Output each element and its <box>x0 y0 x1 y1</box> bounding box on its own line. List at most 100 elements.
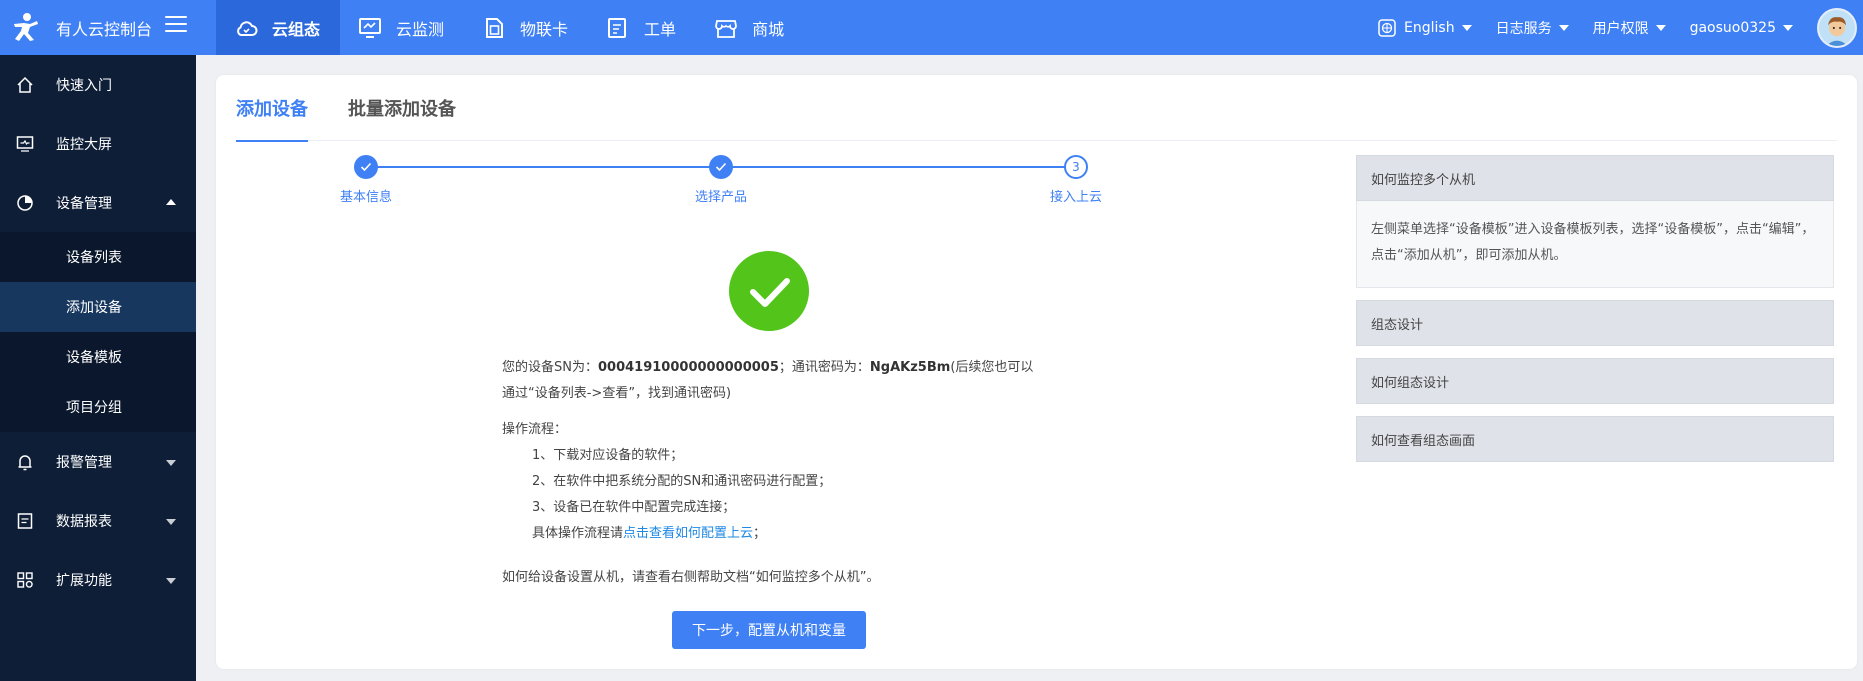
sidebar-item-label: 扩展功能 <box>56 572 112 589</box>
menu-toggle-icon[interactable] <box>165 16 187 36</box>
nav-tab-label: 云组态 <box>272 19 321 39</box>
page-tabs: 添加设备 批量添加设备 <box>236 75 1837 142</box>
progress-steps: 基本信息 选择产品 3 接入上云 <box>340 155 1102 205</box>
top-bar: 有人云控制台 云组态 云监测 物联卡 工单 商城 English 日志服务 用户… <box>0 0 1863 55</box>
sidebar-item-label: 报警管理 <box>56 454 112 471</box>
device-sn: 00041910000000000005 <box>597 360 779 375</box>
chevron-up-icon <box>166 198 176 205</box>
sn-line-2: 通过“设备列表->查看”，找到通讯密码) <box>502 386 732 401</box>
top-right-menu: English 日志服务 用户权限 gaosuo0325 <box>1378 0 1863 55</box>
chevron-down-icon <box>166 459 176 466</box>
user-menu[interactable]: gaosuo0325 <box>1690 20 1793 36</box>
ticket-icon <box>608 17 627 38</box>
home-icon <box>17 76 33 93</box>
avatar[interactable] <box>1817 7 1857 48</box>
chevron-down-icon <box>1558 24 1569 31</box>
report-icon <box>17 512 33 529</box>
next-step-button[interactable]: 下一步，配置从机和变量 <box>672 611 866 649</box>
sidebar-item-alarm-management[interactable]: 报警管理 <box>0 432 196 491</box>
screen-icon <box>16 135 34 152</box>
sidebar-item-label: 快速入门 <box>56 77 112 94</box>
help-item-monitor-slaves[interactable]: 如何监控多个从机 <box>1356 155 1834 201</box>
sidebar-item-extensions[interactable]: 扩展功能 <box>0 550 196 609</box>
sn-line: 您的设备SN为：00041910000000000005；通讯密码为：NgAKz… <box>502 355 1062 381</box>
nav-tab-iot-card[interactable]: 物联卡 <box>464 0 588 55</box>
nav-tab-label: 商城 <box>752 19 785 39</box>
sidebar-subitem-label: 添加设备 <box>66 300 122 316</box>
user-permission-menu[interactable]: 用户权限 <box>1593 18 1666 38</box>
flow-step-1: 1、下载对应设备的软件； <box>532 448 684 463</box>
sidebar-item-monitor-screen[interactable]: 监控大屏 <box>0 114 196 173</box>
chevron-down-icon <box>1655 24 1666 31</box>
sidebar-subitem-label: 项目分组 <box>66 400 122 416</box>
sidebar-item-data-report[interactable]: 数据报表 <box>0 491 196 550</box>
sidebar-subitem-project-group[interactable]: 项目分组 <box>0 382 196 432</box>
sidebar-item-label: 设备管理 <box>56 195 112 212</box>
user-permission-label: 用户权限 <box>1592 20 1649 37</box>
main-card: 添加设备 批量添加设备 基本信息 选择产品 3 接入上云 您的设备SN为：000… <box>216 75 1857 669</box>
chevron-down-icon <box>1461 24 1472 31</box>
check-icon <box>709 155 733 179</box>
step-connect-cloud: 3 接入上云 <box>1016 155 1136 205</box>
username: gaosuo0325 <box>1689 19 1776 36</box>
help-panel: 如何监控多个从机 左侧菜单选择“设备模板”进入设备模板列表，选择“设备模板”，点… <box>1356 155 1834 474</box>
nav-tab-label: 工单 <box>644 19 677 39</box>
chevron-down-icon <box>166 518 176 525</box>
sidebar-subitem-label: 设备模板 <box>66 350 122 366</box>
device-password: NgAKz5Bm <box>869 360 951 375</box>
log-service-menu[interactable]: 日志服务 <box>1496 18 1569 38</box>
nav-tab-cloud-scada[interactable]: 云组态 <box>216 0 341 55</box>
sidebar-subitem-device-list[interactable]: 设备列表 <box>0 232 196 282</box>
step-basic-info: 基本信息 <box>306 155 426 205</box>
avatar-icon <box>1819 9 1855 46</box>
help-item-scada-design[interactable]: 组态设计 <box>1356 300 1834 346</box>
flow-step-3: 3、设备已在软件中配置完成连接； <box>532 500 736 515</box>
tab-batch-add-device[interactable]: 批量添加设备 <box>348 75 456 141</box>
sidebar: 快速入门 监控大屏 设备管理 设备列表 添加设备 设备模板 项目分组 报警管理 … <box>0 55 196 681</box>
step-label: 选择产品 <box>694 190 747 205</box>
sim-card-icon <box>486 17 504 38</box>
pwd-suffix: (后续您也可以 <box>950 360 1034 375</box>
logo-icon <box>14 13 38 41</box>
chevron-down-icon <box>1783 24 1793 31</box>
flow-detail: 具体操作流程请点击查看如何配置上云； <box>502 521 1062 547</box>
log-service-label: 日志服务 <box>1495 20 1552 37</box>
sidebar-item-label: 监控大屏 <box>56 136 112 153</box>
success-check-icon <box>729 251 809 331</box>
device-icon <box>17 194 33 211</box>
bell-icon <box>18 454 32 470</box>
flow-title: 操作流程： <box>502 422 568 437</box>
sn-prefix: 您的设备SN为： <box>502 360 598 375</box>
sidebar-item-label: 数据报表 <box>56 513 112 530</box>
nav-tab-work-order[interactable]: 工单 <box>588 0 696 55</box>
step-number: 3 <box>1064 155 1088 179</box>
store-icon <box>715 19 737 38</box>
flow-step-2: 2、在软件中把系统分配的SN和通讯密码进行配置； <box>532 474 832 489</box>
tab-add-device[interactable]: 添加设备 <box>236 75 308 142</box>
check-icon <box>354 155 378 179</box>
help-item-how-scada-design[interactable]: 如何组态设计 <box>1356 358 1834 404</box>
sidebar-item-device-management[interactable]: 设备管理 <box>0 173 196 232</box>
monitor-icon <box>359 17 382 38</box>
language-label: English <box>1404 19 1455 36</box>
nav-tab-cloud-monitor[interactable]: 云监测 <box>340 0 464 55</box>
nav-tab-store[interactable]: 商城 <box>696 0 804 55</box>
nav-tab-label: 物联卡 <box>520 19 569 39</box>
sidebar-item-quick-start[interactable]: 快速入门 <box>0 55 196 114</box>
sidebar-subitem-add-device[interactable]: 添加设备 <box>0 282 196 332</box>
app-title: 有人云控制台 <box>56 20 153 39</box>
language-select[interactable]: English <box>1378 18 1472 37</box>
config-guide-link[interactable]: 点击查看如何配置上云 <box>623 526 753 541</box>
step-select-product: 选择产品 <box>661 155 781 205</box>
extend-icon <box>17 571 33 588</box>
sidebar-subitem-label: 设备列表 <box>66 250 122 266</box>
step-label: 基本信息 <box>339 190 392 205</box>
language-icon <box>1378 18 1396 37</box>
slave-hint: 如何给设备设置从机，请查看右侧帮助文档“如何监控多个从机”。 <box>502 570 880 585</box>
chevron-down-icon <box>166 577 176 584</box>
sidebar-subitem-device-template[interactable]: 设备模板 <box>0 332 196 382</box>
help-item-view-scada[interactable]: 如何查看组态画面 <box>1356 416 1834 462</box>
flow-detail-prefix: 具体操作流程请 <box>532 526 624 541</box>
main-nav: 云组态 云监测 物联卡 工单 商城 <box>216 0 804 55</box>
step-label: 接入上云 <box>1049 190 1102 205</box>
